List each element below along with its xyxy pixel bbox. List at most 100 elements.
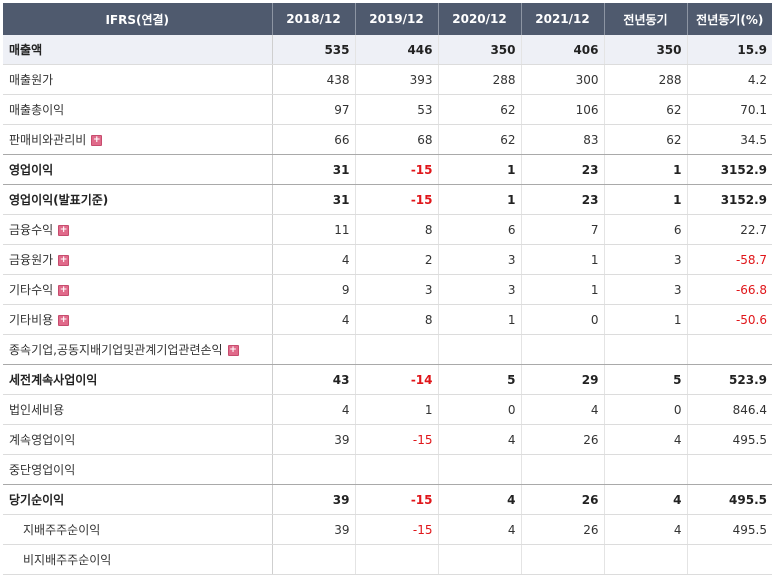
value-cell: 495.5 <box>687 514 772 545</box>
value-cell: 350 <box>438 35 522 65</box>
value-cell: -15 <box>355 154 439 185</box>
value-cell: 3 <box>438 274 522 305</box>
plus-expand-icon[interactable]: + <box>227 345 239 356</box>
value-cell: 6 <box>604 214 688 245</box>
row-label: 법인세비용 <box>3 394 273 425</box>
value-cell: 0 <box>521 304 605 335</box>
table-row: 매출총이익 97 53 62 106 62 70.1 <box>3 94 772 125</box>
value-cell: 0 <box>438 394 522 425</box>
value-cell: 1 <box>438 184 522 215</box>
row-label-text: 당기순이익 <box>9 493 65 507</box>
value-cell <box>521 334 605 365</box>
value-cell: 8 <box>355 304 439 335</box>
income-statement-table: IFRS(연결) 2018/12 2019/12 2020/12 2021/12… <box>3 3 772 575</box>
row-label[interactable]: 금융원가 + <box>3 244 273 275</box>
value-cell <box>272 454 356 485</box>
row-label-text: 중단영업이익 <box>9 463 76 477</box>
value-cell: 495.5 <box>687 484 772 515</box>
header-2020: 2020/12 <box>438 3 522 35</box>
row-label-text: 금융원가 <box>9 253 54 267</box>
value-cell: 62 <box>438 94 522 125</box>
table-row: 금융원가 +4 2 3 1 3 -58.7 <box>3 244 772 275</box>
value-cell: 393 <box>355 64 439 95</box>
value-cell: 2 <box>355 244 439 275</box>
value-cell <box>687 544 772 575</box>
value-cell: 23 <box>521 184 605 215</box>
value-cell: 97 <box>272 94 356 125</box>
row-label[interactable]: 판매비와관리비 + <box>3 124 273 155</box>
value-cell: 1 <box>604 154 688 185</box>
value-cell: 3 <box>604 274 688 305</box>
value-cell: 406 <box>521 35 605 65</box>
value-cell: 4.2 <box>687 64 772 95</box>
value-cell: 23 <box>521 154 605 185</box>
value-cell: 5 <box>604 364 688 395</box>
value-cell: 62 <box>438 124 522 155</box>
value-cell: 22.7 <box>687 214 772 245</box>
value-cell: 4 <box>272 304 356 335</box>
value-cell: 0 <box>604 394 688 425</box>
value-cell: 31 <box>272 154 356 185</box>
table-row: 종속기업,공동지배기업및관계기업관련손익 + <box>3 334 772 365</box>
value-cell: 83 <box>521 124 605 155</box>
value-cell: 39 <box>272 514 356 545</box>
table-row: 세전계속사업이익 43 -14 5 29 5 523.9 <box>3 364 772 395</box>
value-cell <box>687 454 772 485</box>
table-row: 기타수익 +9 3 3 1 3 -66.8 <box>3 274 772 305</box>
header-2021: 2021/12 <box>521 3 605 35</box>
value-cell: 1 <box>604 184 688 215</box>
table-row: 매출액 535 446 350 406 350 15.9 <box>3 35 772 65</box>
value-cell: 53 <box>355 94 439 125</box>
row-label: 지배주주순이익 <box>3 514 273 545</box>
plus-expand-icon[interactable]: + <box>58 315 70 326</box>
plus-expand-icon[interactable]: + <box>58 255 70 266</box>
table-row: 영업이익(발표기준) 31 -15 1 23 1 3152.9 <box>3 184 772 215</box>
value-cell: -14 <box>355 364 439 395</box>
plus-expand-icon[interactable]: + <box>58 285 70 296</box>
row-label: 계속영업이익 <box>3 424 273 455</box>
row-label: 매출원가 <box>3 64 273 95</box>
header-2018: 2018/12 <box>272 3 356 35</box>
row-label-text: 법인세비용 <box>9 403 65 417</box>
value-cell: 66 <box>272 124 356 155</box>
row-label-text: 기타비용 <box>9 313 54 327</box>
value-cell: 4 <box>438 484 522 515</box>
row-label[interactable]: 종속기업,공동지배기업및관계기업관련손익 + <box>3 334 273 365</box>
plus-expand-icon[interactable]: + <box>91 135 103 146</box>
value-cell: 350 <box>604 35 688 65</box>
row-label-text: 기타수익 <box>9 283 54 297</box>
row-label-text: 영업이익 <box>9 163 54 177</box>
value-cell: -15 <box>355 514 439 545</box>
value-cell: 3 <box>604 244 688 275</box>
value-cell: -58.7 <box>687 244 772 275</box>
value-cell: 4 <box>521 394 605 425</box>
table-row: 지배주주순이익 39 -15 4 26 4 495.5 <box>3 514 772 545</box>
value-cell <box>272 544 356 575</box>
value-cell: 62 <box>604 94 688 125</box>
value-cell: 43 <box>272 364 356 395</box>
value-cell: 300 <box>521 64 605 95</box>
table-row: 법인세비용 4 1 0 4 0 846.4 <box>3 394 772 425</box>
table-row: 금융수익 +11 8 6 7 6 22.7 <box>3 214 772 245</box>
row-label-text: 지배주주순이익 <box>23 523 101 537</box>
row-label-text: 영업이익(발표기준) <box>9 193 109 207</box>
value-cell: 70.1 <box>687 94 772 125</box>
table-row: 기타비용 +4 8 1 0 1 -50.6 <box>3 304 772 335</box>
plus-expand-icon[interactable]: + <box>58 225 70 236</box>
table-row: 비지배주주순이익 <box>3 544 772 575</box>
row-label[interactable]: 기타비용 + <box>3 304 273 335</box>
value-cell: 7 <box>521 214 605 245</box>
value-cell <box>438 544 522 575</box>
header-2019: 2019/12 <box>355 3 439 35</box>
value-cell <box>604 544 688 575</box>
row-label-text: 종속기업,공동지배기업및관계기업관련손익 <box>9 343 223 357</box>
value-cell <box>687 334 772 365</box>
value-cell: 15.9 <box>687 35 772 65</box>
value-cell: 8 <box>355 214 439 245</box>
value-cell: 4 <box>272 394 356 425</box>
row-label: 당기순이익 <box>3 484 273 515</box>
row-label[interactable]: 금융수익 + <box>3 214 273 245</box>
value-cell: 495.5 <box>687 424 772 455</box>
row-label[interactable]: 기타수익 + <box>3 274 273 305</box>
value-cell: 288 <box>438 64 522 95</box>
